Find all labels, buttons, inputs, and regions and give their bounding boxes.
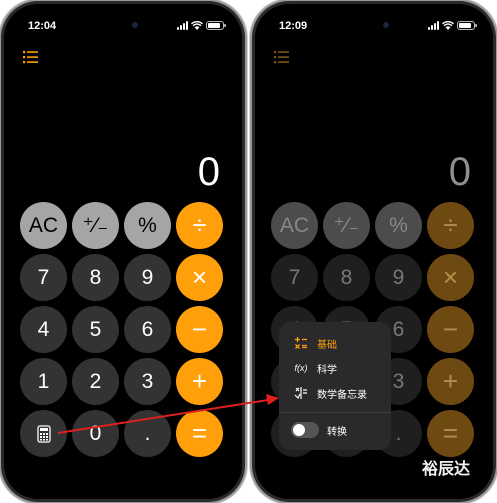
watermark-text: 裕辰达 xyxy=(422,461,471,478)
annotation-arrow xyxy=(57,394,279,434)
